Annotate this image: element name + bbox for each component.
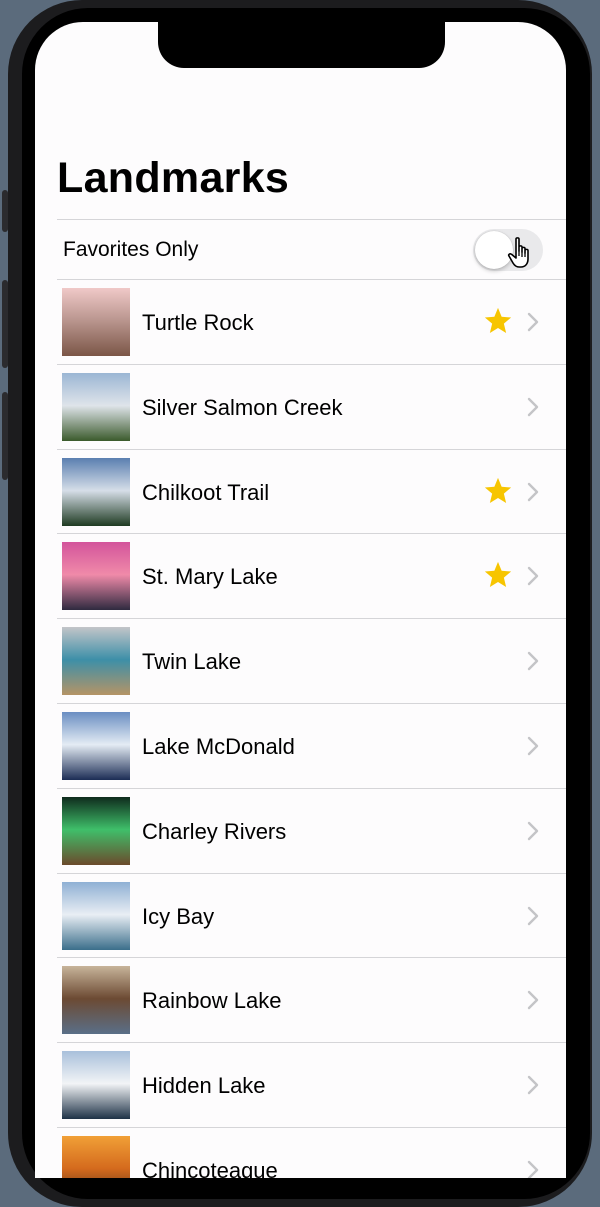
landmark-name: Charley Rivers bbox=[142, 818, 287, 844]
st-mary-lake-photo bbox=[62, 542, 130, 611]
star-icon bbox=[484, 307, 512, 333]
landmark-name: Rainbow Lake bbox=[142, 988, 282, 1014]
landmark-name: Turtle Rock bbox=[142, 310, 254, 335]
landmark-name: Hidden Lake bbox=[142, 1073, 266, 1099]
landmark-row[interactable]: Twin Lake bbox=[57, 619, 566, 704]
chevron-right-icon bbox=[527, 821, 539, 840]
silver-salmon-creek-photo bbox=[62, 372, 130, 441]
chevron-right-icon bbox=[527, 312, 539, 332]
chevron-right-icon bbox=[527, 651, 539, 671]
icy-bay-photo bbox=[62, 881, 130, 950]
notch bbox=[158, 22, 445, 68]
chevron-right-icon bbox=[527, 736, 539, 756]
charley-rivers-photo bbox=[62, 796, 130, 865]
landmark-name: St. Mary Lake bbox=[142, 564, 278, 590]
landmark-row[interactable]: Silver Salmon Creek bbox=[57, 365, 566, 450]
landmark-name: Icy Bay bbox=[142, 903, 215, 929]
landmark-row[interactable]: Charley Rivers bbox=[57, 789, 566, 874]
landmark-row[interactable]: Rainbow Lake bbox=[57, 958, 566, 1044]
mute-switch bbox=[2, 190, 8, 232]
landmark-list: Turtle Rock Silver Salmon Creek Chilkoot T… bbox=[57, 280, 566, 1178]
star-icon bbox=[484, 477, 512, 503]
screen: Landmarks Favorites Only Turtle Rock Silv… bbox=[35, 22, 566, 1178]
chevron-right-icon bbox=[527, 397, 539, 416]
chevron-right-icon bbox=[527, 991, 539, 1010]
landmark-row[interactable]: Icy Bay bbox=[57, 874, 566, 959]
chevron-right-icon bbox=[527, 1075, 539, 1095]
landmark-row[interactable]: Lake McDonald bbox=[57, 704, 566, 789]
lake-mcdonald-photo bbox=[62, 711, 130, 780]
landmark-row[interactable]: Chincoteague bbox=[57, 1128, 566, 1178]
rainbow-lake-photo bbox=[62, 966, 130, 1035]
hand-pointer-icon bbox=[507, 237, 529, 268]
chilkoot-trail-photo bbox=[62, 457, 130, 526]
volume-down-button bbox=[2, 392, 8, 480]
chevron-right-icon bbox=[527, 1160, 539, 1178]
landmark-name: Chilkoot Trail bbox=[142, 479, 270, 505]
turtle-rock-photo bbox=[62, 288, 130, 356]
twin-lake-photo bbox=[62, 627, 130, 696]
chincoteague-photo bbox=[62, 1135, 130, 1178]
landmark-name: Silver Salmon Creek bbox=[142, 394, 343, 420]
landmark-name: Lake McDonald bbox=[142, 733, 295, 759]
chevron-right-icon bbox=[527, 906, 539, 925]
volume-up-button bbox=[2, 280, 8, 368]
landmark-row[interactable]: St. Mary Lake bbox=[57, 534, 566, 620]
landmark-row[interactable]: Turtle Rock bbox=[57, 280, 566, 365]
landmark-row[interactable]: Hidden Lake bbox=[57, 1043, 566, 1128]
star-icon bbox=[484, 562, 512, 588]
chevron-right-icon bbox=[527, 482, 539, 501]
chevron-right-icon bbox=[527, 567, 539, 586]
favorites-only-label: Favorites Only bbox=[63, 238, 199, 261]
landmark-row[interactable]: Chilkoot Trail bbox=[57, 450, 566, 535]
hidden-lake-photo bbox=[62, 1051, 130, 1120]
page-title: Landmarks bbox=[57, 154, 290, 202]
favorites-only-row: Favorites Only bbox=[57, 220, 566, 280]
landmark-name: Chincoteague bbox=[142, 1157, 278, 1178]
landmark-name: Twin Lake bbox=[142, 649, 242, 675]
